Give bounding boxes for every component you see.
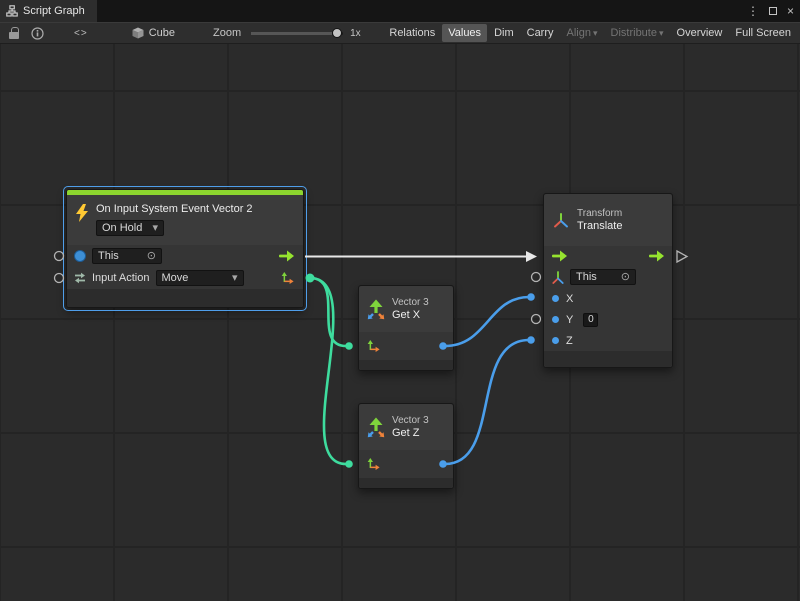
input-action-value: Move: [162, 272, 189, 284]
fullscreen-button[interactable]: Full Screen: [729, 24, 797, 42]
overview-button[interactable]: Overview: [671, 24, 729, 42]
zoom-slider-fill: [251, 32, 332, 35]
translate-title: Translate: [577, 220, 622, 233]
translate-this-dropdown[interactable]: This ⊙: [570, 269, 636, 285]
distribute-label: Distribute: [611, 27, 657, 39]
info-icon[interactable]: [31, 27, 44, 40]
get-z-category: Vector 3: [392, 415, 429, 427]
input-action-icon: [74, 272, 86, 284]
maximize-icon[interactable]: [769, 7, 777, 15]
dim-button[interactable]: Dim: [488, 24, 520, 42]
lock-icon[interactable]: [9, 32, 19, 39]
node-transform-translate[interactable]: Transform Translate This ⊙ X: [543, 193, 673, 368]
distribute-button[interactable]: Distribute▾: [605, 24, 670, 42]
event-this-dropdown[interactable]: This ⊙: [92, 248, 162, 264]
input-action-label: Input Action: [92, 272, 150, 284]
get-z-title: Get Z: [392, 427, 429, 440]
y-value-field[interactable]: 0: [583, 313, 598, 327]
translate-this-label: This: [576, 271, 597, 283]
flow-output-port[interactable]: [279, 250, 294, 262]
align-button[interactable]: Align▾: [561, 24, 604, 42]
y-input-port[interactable]: [552, 316, 559, 323]
menu-dots-icon[interactable]: ⋮: [747, 4, 759, 18]
toolbar-button-group: Relations Values Dim Carry Align▾ Distri…: [383, 24, 797, 42]
target-picker-icon: ⊙: [147, 251, 156, 262]
zoom-label: Zoom: [213, 27, 241, 39]
tab-script-graph[interactable]: Script Graph: [0, 0, 97, 22]
carry-button[interactable]: Carry: [521, 24, 560, 42]
values-button[interactable]: Values: [442, 24, 487, 42]
event-node-title: On Input System Event Vector 2: [96, 200, 253, 216]
cube-icon: [132, 27, 144, 39]
event-this-label: This: [98, 250, 119, 262]
translate-category: Transform: [577, 208, 622, 220]
zoom-value: 1x: [350, 28, 361, 39]
get-z-header: Vector 3 Get Z: [359, 404, 453, 450]
close-icon[interactable]: ×: [787, 4, 794, 18]
chevron-down-icon: ▾: [232, 273, 238, 284]
event-mode-value: On Hold: [102, 222, 142, 234]
vector2-output-port[interactable]: [281, 272, 294, 285]
event-action-row: Input Action Move ▾: [67, 267, 303, 289]
maximize-glyph: [769, 7, 777, 15]
x-input-port[interactable]: [552, 295, 559, 302]
get-x-footer: [359, 360, 453, 370]
get-x-title: Get X: [392, 309, 429, 322]
event-this-row: This ⊙: [67, 245, 303, 267]
get-x-header: Vector 3 Get X: [359, 286, 453, 332]
script-graph-icon: [6, 5, 18, 17]
graph-toolbar: <> Cube Zoom 1x Relations Values Dim Car…: [0, 22, 800, 44]
z-input-port[interactable]: [552, 337, 559, 344]
vector3-input-port[interactable]: [367, 458, 380, 471]
get-z-footer: [359, 478, 453, 488]
flow-input-port[interactable]: [552, 250, 567, 262]
code-view-icon[interactable]: <>: [74, 28, 88, 39]
lightning-bolt-icon: [75, 204, 89, 222]
translate-x-row: X: [544, 288, 672, 309]
input-action-dropdown[interactable]: Move ▾: [156, 270, 244, 286]
translate-header: Transform Translate: [544, 194, 672, 246]
translate-z-row: Z: [544, 330, 672, 351]
chevron-down-icon: ▾: [659, 28, 664, 38]
x-label: X: [566, 293, 573, 305]
y-label: Y: [566, 314, 573, 326]
get-x-category: Vector 3: [392, 297, 429, 309]
gameobject-icon: [74, 250, 86, 262]
target-picker-icon: ⊙: [621, 272, 630, 283]
event-mode-dropdown[interactable]: On Hold ▾: [96, 220, 164, 236]
event-header: On Input System Event Vector 2 On Hold ▾: [67, 195, 303, 245]
target-name: Cube: [149, 27, 175, 39]
zoom-slider-handle[interactable]: [332, 28, 342, 38]
translate-this-row: This ⊙: [544, 266, 672, 288]
node-on-input-system-event[interactable]: On Input System Event Vector 2 On Hold ▾…: [66, 189, 304, 308]
transform-icon: [553, 212, 569, 229]
get-z-port-row: [359, 450, 453, 478]
zoom-slider[interactable]: [251, 32, 343, 35]
vector3-input-port[interactable]: [367, 340, 380, 353]
node-get-x[interactable]: Vector 3 Get X: [358, 285, 454, 371]
translate-flow-row: [544, 246, 672, 266]
get-x-port-row: [359, 332, 453, 360]
translate-footer: [544, 351, 672, 367]
translate-y-row: Y 0: [544, 309, 672, 330]
vector3-get-icon: [366, 417, 386, 438]
graph-target-selector[interactable]: Cube: [132, 27, 175, 39]
window-controls: ⋮ ×: [747, 0, 794, 22]
z-label: Z: [566, 335, 573, 347]
node-get-z[interactable]: Vector 3 Get Z: [358, 403, 454, 489]
transform-icon: [552, 270, 564, 284]
chevron-down-icon: ▾: [593, 28, 598, 38]
vector3-get-icon: [366, 299, 386, 320]
flow-output-port[interactable]: [649, 250, 664, 262]
tab-title: Script Graph: [23, 5, 85, 17]
align-label: Align: [567, 27, 591, 39]
chevron-down-icon: ▾: [152, 223, 158, 234]
relations-button[interactable]: Relations: [383, 24, 441, 42]
event-footer: [67, 289, 303, 307]
tab-bar: Script Graph ⋮ ×: [0, 0, 800, 22]
